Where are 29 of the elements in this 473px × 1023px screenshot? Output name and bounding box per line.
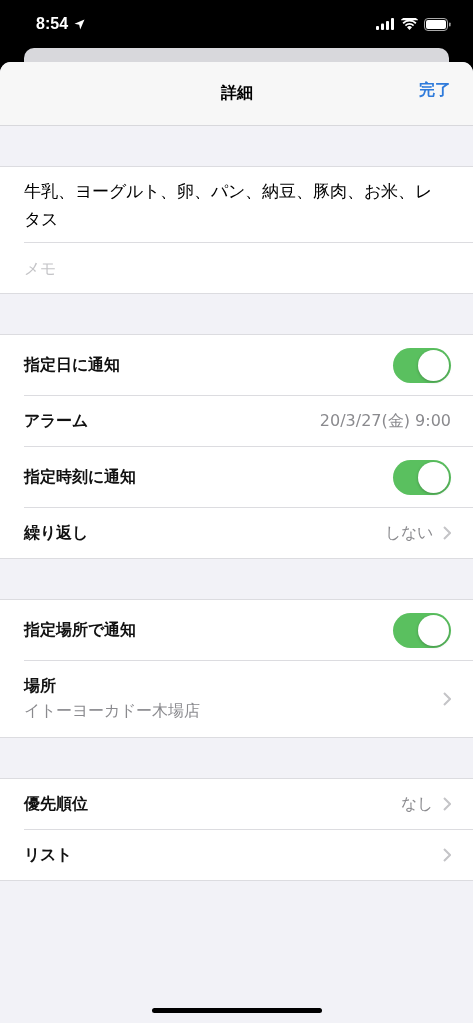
battery-icon	[424, 17, 451, 31]
wifi-icon	[401, 18, 418, 30]
done-button[interactable]: 完了	[419, 80, 451, 101]
settings-row[interactable]: アラーム 20/3/27(金) 9:00	[24, 396, 473, 447]
settings-row[interactable]: 場所 イトーヨーカドー木場店	[24, 661, 473, 737]
row-label: 指定場所で通知	[24, 619, 136, 641]
row-value: しない	[385, 522, 433, 544]
settings-row[interactable]: リスト	[24, 830, 473, 880]
toggle-switch[interactable]	[393, 459, 451, 495]
row-value: なし	[401, 793, 433, 815]
row-label: 優先順位	[24, 793, 88, 815]
status-time: 8:54	[36, 15, 69, 33]
row-label: 指定時刻に通知	[24, 466, 136, 488]
location-arrow-icon	[74, 18, 86, 30]
row-label: 場所	[24, 676, 57, 697]
row-label: リスト	[24, 844, 72, 866]
row-label: 指定日に通知	[24, 354, 120, 376]
settings-row[interactable]: 繰り返し しない	[24, 508, 473, 558]
title-field[interactable]: 牛乳、ヨーグルト、卵、パン、納豆、豚肉、お米、レタス	[0, 167, 473, 243]
row-label: アラーム	[24, 410, 88, 432]
row-value: 20/3/27(金) 9:00	[319, 410, 451, 432]
row-label: 繰り返し	[24, 522, 88, 544]
settings-row[interactable]: 優先順位 なし	[24, 779, 473, 830]
row-value: イトーヨーカドー木場店	[24, 701, 200, 722]
toggle-switch[interactable]	[393, 612, 451, 648]
signal-icon	[376, 18, 395, 30]
notes-field[interactable]: メモ	[0, 243, 473, 293]
screen-title: 詳細	[220, 83, 253, 104]
toggle-switch[interactable]	[393, 347, 451, 383]
